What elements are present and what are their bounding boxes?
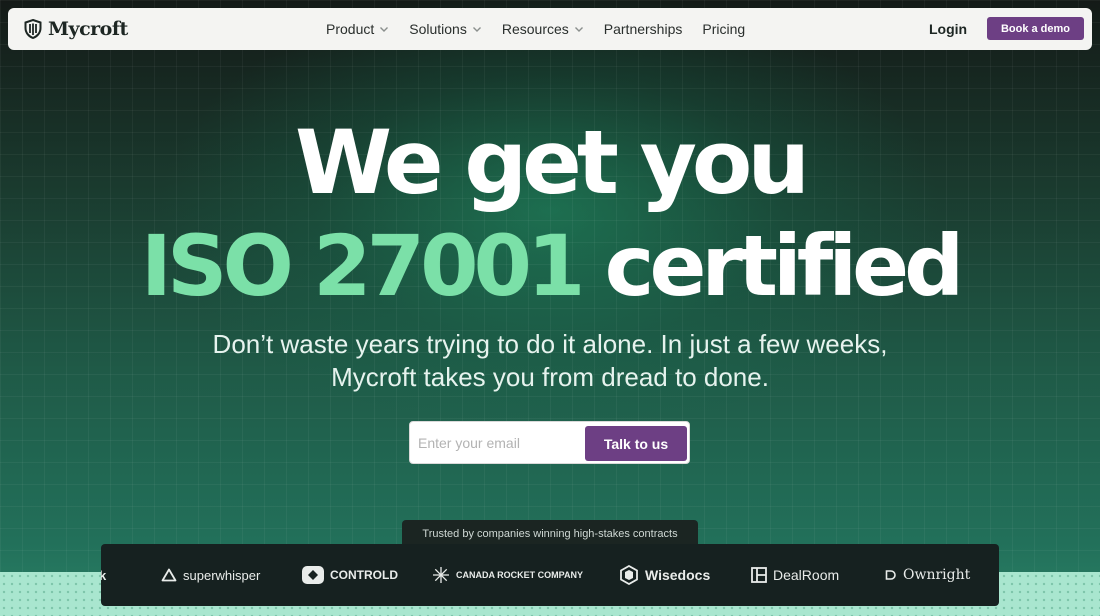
nav-item-label: Pricing [702,21,746,37]
book-demo-button[interactable]: Book a demo [987,17,1084,40]
controld-icon [302,566,324,584]
shield-icon [24,19,42,39]
triangle-icon [161,568,177,582]
nav-item-resources[interactable]: Resources [502,21,584,37]
d-outline-icon [885,570,896,580]
hero-heading-line2: ISO 27001 certified [0,214,1100,318]
nav-item-label: Solutions [409,21,467,37]
nav-item-partnerships[interactable]: Partnerships [604,21,683,37]
brand-name: Mycroft [48,18,128,40]
hero-heading-line1: We get you [294,111,810,214]
nav-item-solutions[interactable]: Solutions [409,21,482,37]
talk-to-us-button[interactable]: Talk to us [585,426,687,461]
client-logo-partial: k [101,544,106,606]
client-logo-name: Wisedocs [645,567,711,583]
hero-heading-accent: ISO 27001 [140,217,586,315]
grid-square-icon [751,567,767,583]
nav-links: Product Solutions Resources Partnerships… [326,8,745,50]
nav-item-label: Partnerships [603,21,683,37]
client-logo-name: k [101,567,107,583]
hero-heading-rest: certified [604,217,965,315]
client-logo-dealroom: DealRoom [751,544,839,606]
login-link[interactable]: Login [929,21,967,37]
client-logo-name: Ownright [903,567,971,583]
chevron-down-icon [380,27,389,32]
trusted-by-label: Trusted by companies winning high-stakes… [402,520,698,546]
client-logo-superwhisper: superwhisper [161,544,260,606]
email-input[interactable] [418,430,583,456]
nav-item-label: Resources [501,21,569,37]
nav-item-pricing[interactable]: Pricing [702,21,745,37]
client-logo-controld: CONTROLD [302,544,398,606]
client-logo-name: CONTROLD [330,568,398,582]
client-logo-name: superwhisper [183,567,261,583]
client-logo-ownright: Ownright [885,544,970,606]
client-logo-name: DealRoom [773,567,840,583]
starburst-icon [433,567,449,583]
hero-subtitle-line2: Mycroft takes you from dread to done. [331,362,769,392]
client-logo-wisedocs: Wisedocs [619,544,710,606]
nav-item-label: Product [326,21,375,37]
chevron-down-icon [574,27,583,32]
hero-subtitle: Don’t waste years trying to do it alone.… [0,328,1100,394]
brand-logo[interactable]: Mycroft [24,18,128,40]
nav-item-product[interactable]: Product [326,21,389,37]
client-logo-name: CANADA ROCKET COMPANY [456,570,583,580]
hero-subtitle-line1: Don’t waste years trying to do it alone.… [212,329,888,359]
chevron-down-icon [472,27,481,32]
top-navbar: Mycroft Product Solutions Resources Part… [8,8,1092,50]
client-logo-canada-rocket: CANADA ROCKET COMPANY [432,544,583,606]
client-logo-bar: k superwhisper CONTROLD CANADA ROCKET CO… [101,544,999,606]
cube-icon [620,565,638,585]
email-signup-form: Talk to us [409,421,690,464]
